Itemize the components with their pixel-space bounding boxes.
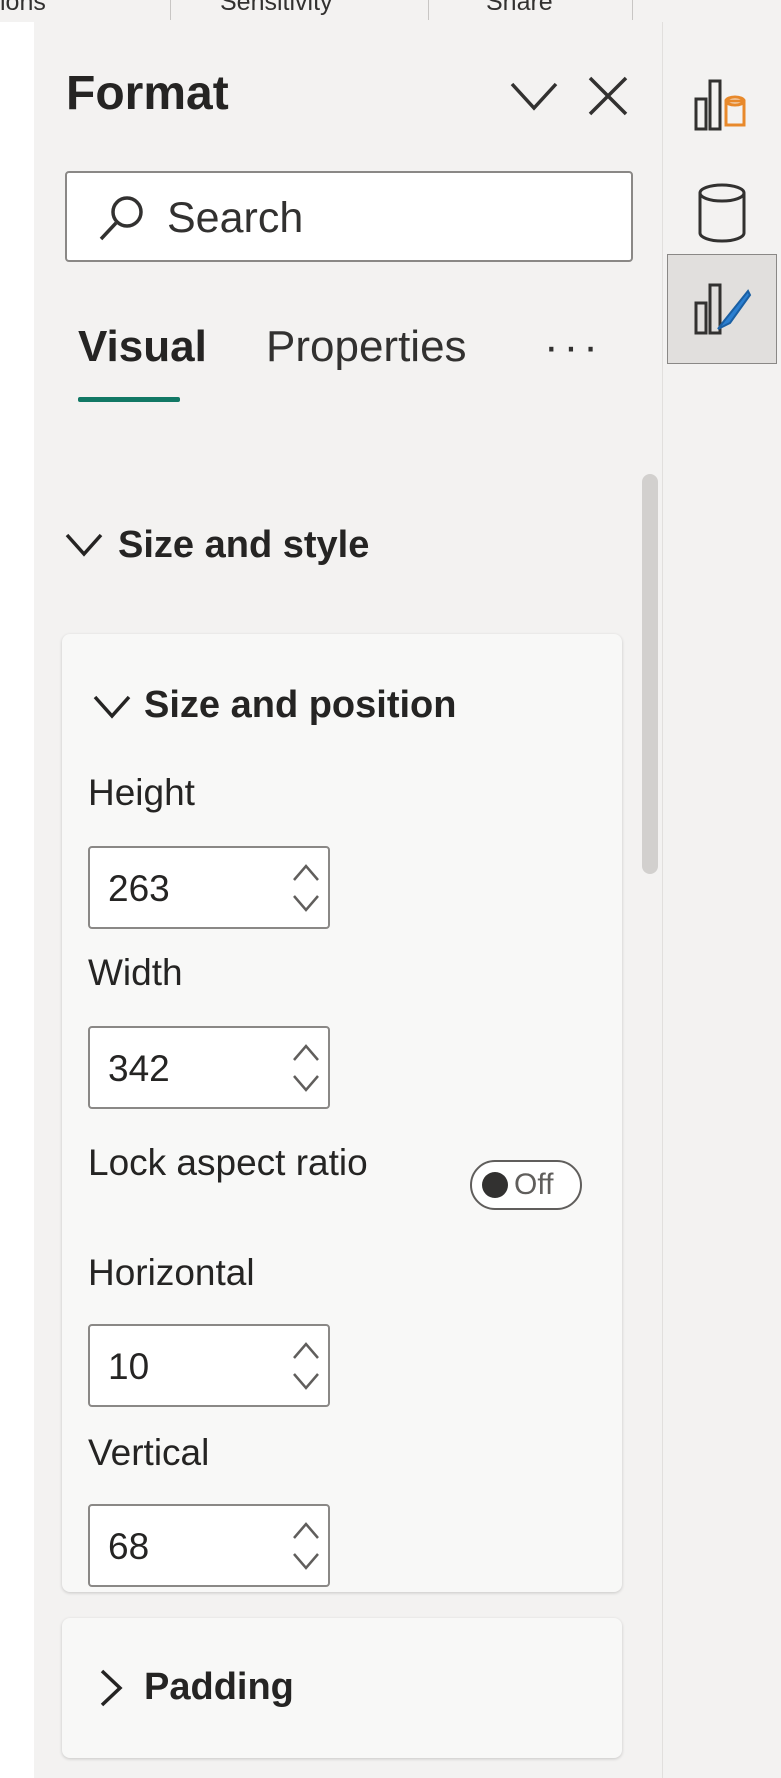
- scrollbar-thumb[interactable]: [642, 474, 658, 874]
- ribbon-strip: ions Sensitivity Share: [0, 0, 781, 23]
- vertical-label: Vertical: [88, 1432, 210, 1473]
- card-title[interactable]: Size and position: [144, 684, 456, 727]
- search-input[interactable]: [165, 187, 609, 249]
- horizontal-label: Horizontal: [88, 1252, 255, 1293]
- toggle-state-label: Off: [514, 1168, 554, 1201]
- width-label: Width: [88, 952, 183, 993]
- format-visual-button[interactable]: [667, 254, 777, 364]
- chevron-down-icon: [510, 82, 558, 111]
- stepper-arrows-icon[interactable]: [290, 858, 322, 918]
- more-options-button[interactable]: ···: [544, 322, 603, 372]
- tab-properties[interactable]: Properties: [266, 322, 467, 372]
- lock-aspect-ratio-toggle[interactable]: Off: [470, 1160, 582, 1210]
- vertical-stepper[interactable]: [88, 1504, 330, 1587]
- report-canvas-edge: [0, 22, 34, 1778]
- ribbon-divider: [170, 0, 171, 20]
- lock-aspect-ratio-label: Lock aspect ratio: [88, 1142, 368, 1183]
- search-icon: [99, 196, 143, 241]
- data-button[interactable]: [667, 158, 777, 268]
- build-visual-icon: [694, 79, 746, 131]
- active-tab-indicator: [78, 397, 180, 402]
- size-position-card: Size and position Height Width Lock aspe…: [62, 634, 622, 1592]
- close-icon: [588, 76, 628, 116]
- build-visual-button[interactable]: [667, 48, 777, 158]
- section-size-and-style[interactable]: Size and style: [34, 480, 640, 610]
- toggle-knob: [482, 1172, 508, 1198]
- padding-card[interactable]: Padding: [62, 1618, 622, 1758]
- chevron-down-icon[interactable]: [92, 694, 132, 720]
- width-input[interactable]: [106, 1042, 270, 1096]
- stepper-arrows-icon[interactable]: [290, 1038, 322, 1098]
- ribbon-divider: [632, 0, 633, 20]
- height-label: Height: [88, 772, 195, 813]
- ribbon-item-sensitivity[interactable]: Sensitivity: [220, 0, 333, 17]
- ribbon-item-share[interactable]: Share: [486, 0, 553, 17]
- collapse-pane-button[interactable]: [506, 68, 562, 124]
- pane-title: Format: [66, 67, 229, 120]
- chevron-right-icon: [100, 1669, 123, 1707]
- vertical-input[interactable]: [106, 1520, 270, 1574]
- close-pane-button[interactable]: [580, 68, 636, 124]
- format-visual-icon: [694, 283, 752, 335]
- height-input[interactable]: [106, 862, 270, 916]
- pane-switcher-rail: [662, 22, 781, 1778]
- stepper-arrows-icon[interactable]: [290, 1336, 322, 1396]
- horizontal-stepper[interactable]: [88, 1324, 330, 1407]
- format-pane: Format Visual Properties ··· Size and st…: [34, 22, 662, 1778]
- tab-visual[interactable]: Visual: [78, 322, 207, 372]
- card-title: Padding: [144, 1666, 294, 1708]
- height-stepper[interactable]: [88, 846, 330, 929]
- ribbon-divider: [428, 0, 429, 20]
- width-stepper[interactable]: [88, 1026, 330, 1109]
- ribbon-item[interactable]: ions: [0, 0, 46, 17]
- data-icon: [698, 183, 746, 243]
- horizontal-input[interactable]: [106, 1340, 270, 1394]
- stepper-arrows-icon[interactable]: [290, 1516, 322, 1576]
- chevron-down-icon: [65, 533, 103, 557]
- section-label: Size and style: [118, 524, 370, 566]
- search-box[interactable]: [65, 171, 633, 262]
